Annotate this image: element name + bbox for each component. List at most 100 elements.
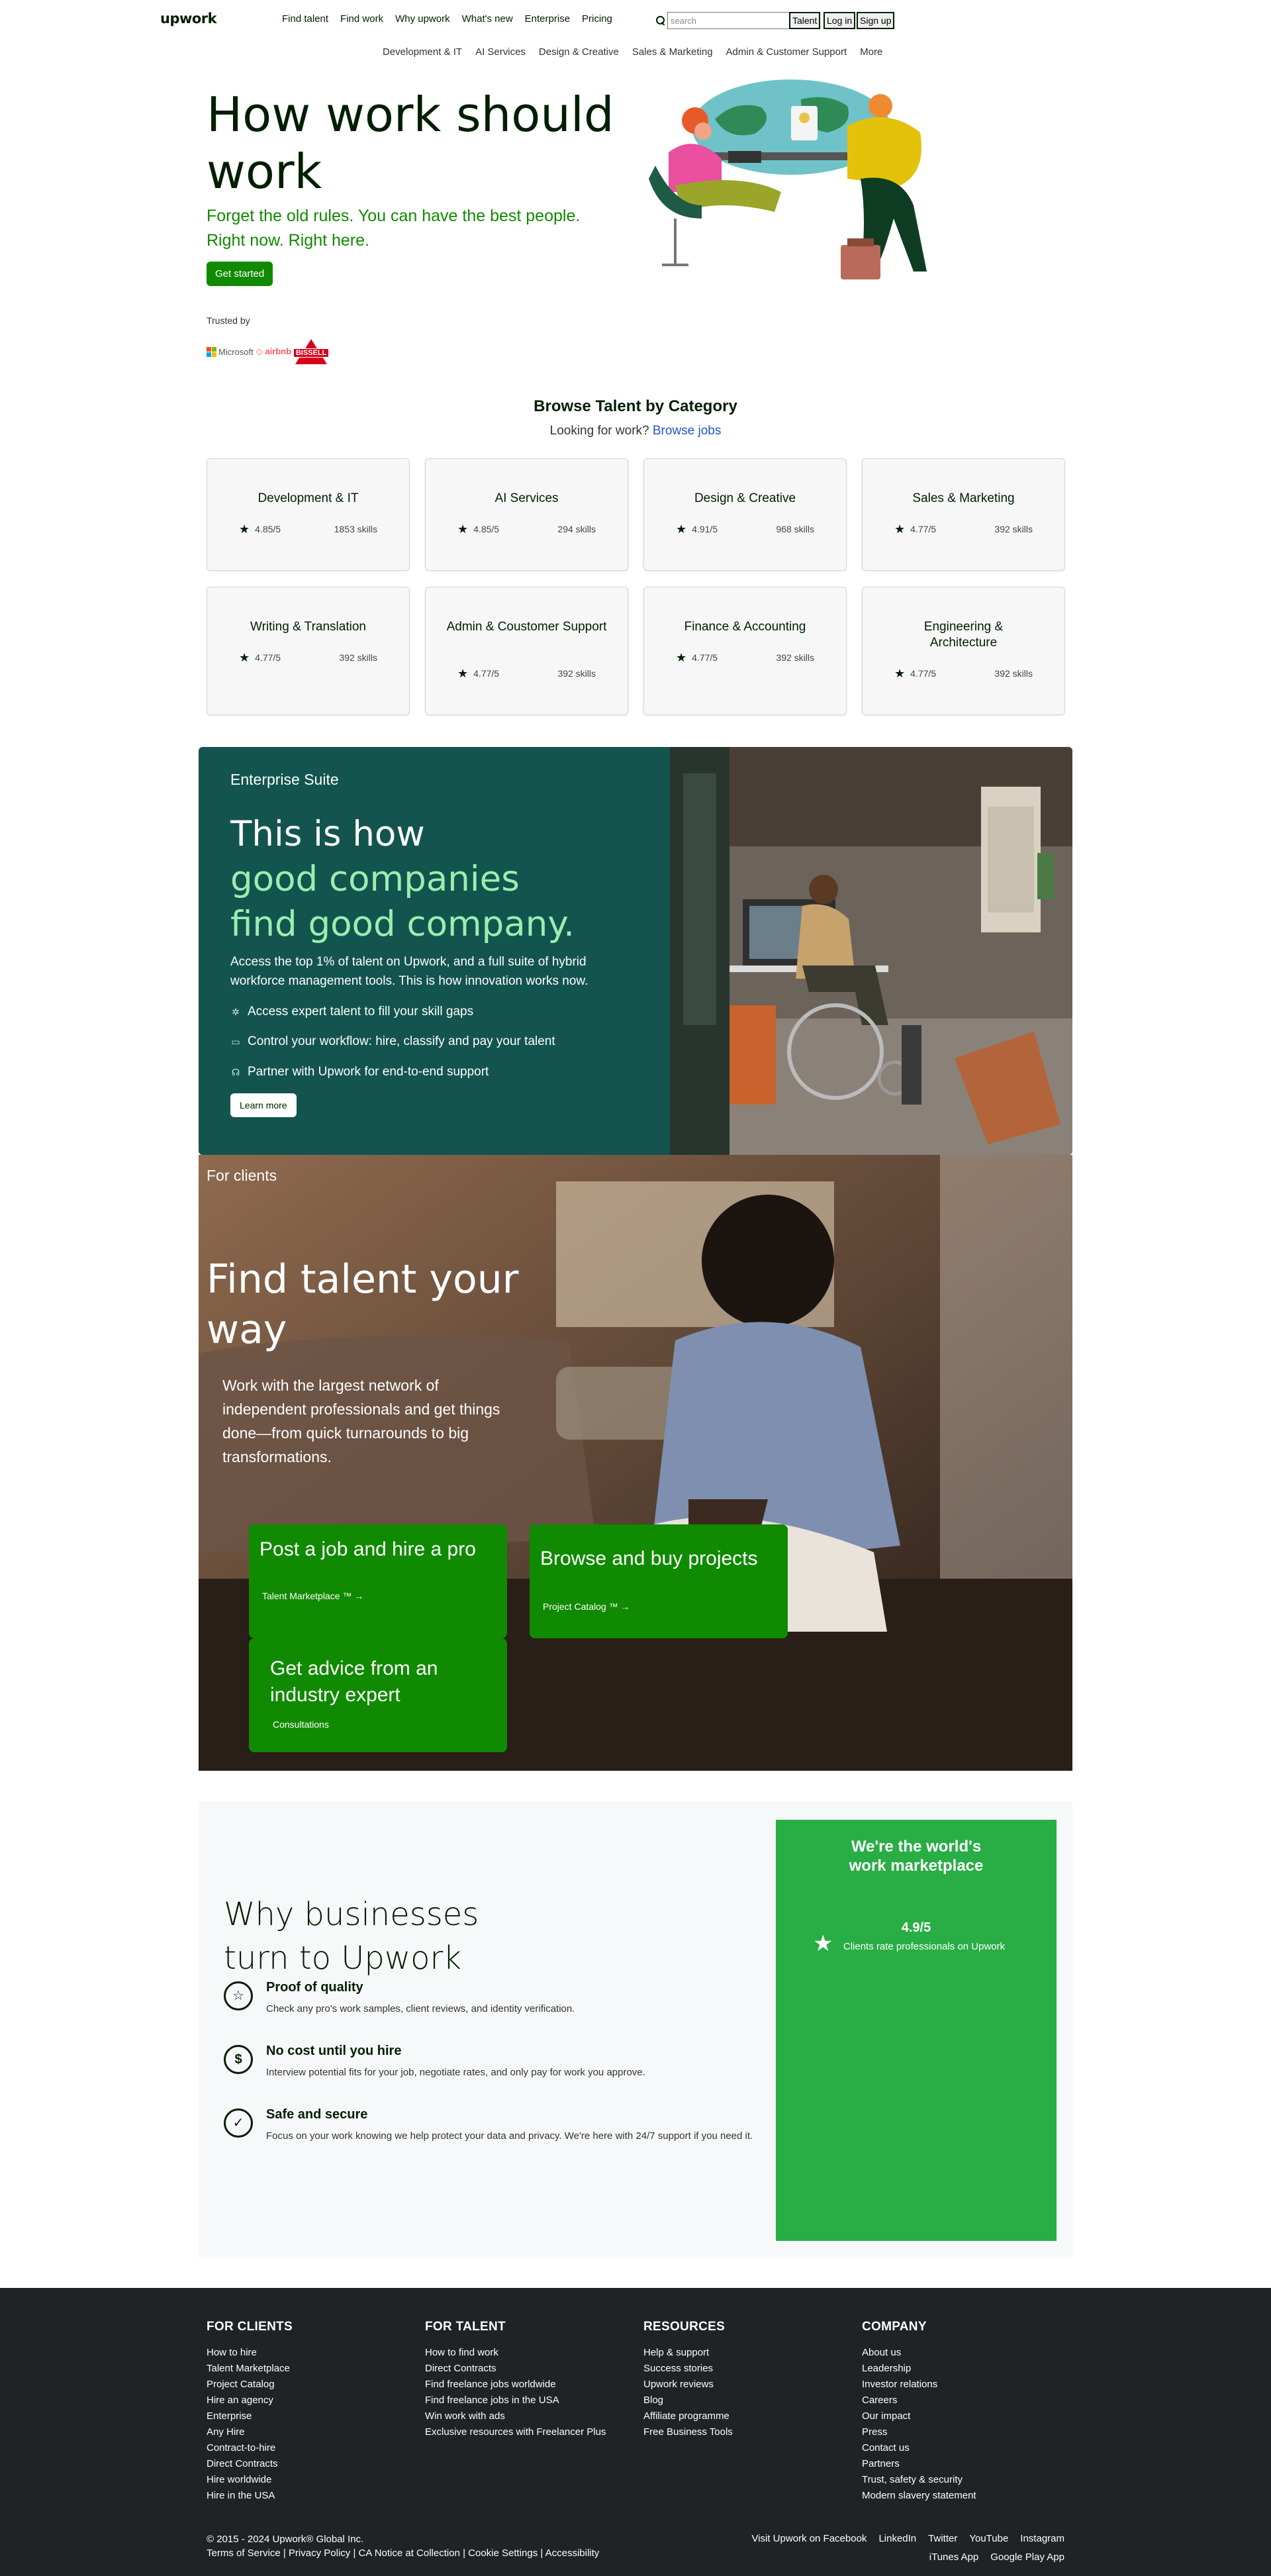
- nav-find-talent[interactable]: Find talent: [282, 13, 328, 25]
- enterprise-feature: ✲ Access expert talent to fill your skill…: [230, 1005, 473, 1019]
- nav-why-upwork[interactable]: Why upwork: [395, 13, 450, 25]
- footer-link[interactable]: Blog: [643, 2393, 733, 2408]
- google-play-link[interactable]: Google Play App: [990, 2551, 1064, 2563]
- youtube-link[interactable]: YouTube: [969, 2533, 1008, 2544]
- footer-link[interactable]: Leadership: [862, 2361, 976, 2377]
- catnav-more[interactable]: More: [860, 46, 882, 58]
- get-started-button[interactable]: Get started: [207, 262, 273, 286]
- category-rating: 4.77/5: [473, 668, 500, 679]
- footer-link[interactable]: Modern slavery statement: [862, 2488, 976, 2504]
- marketplace-rating-note: Clients rate professionals on Upwork: [843, 1941, 1006, 1952]
- footer-link[interactable]: How to hire: [207, 2345, 293, 2361]
- nav-enterprise[interactable]: Enterprise: [525, 13, 570, 25]
- browse-jobs-link[interactable]: Browse jobs: [653, 424, 722, 438]
- footer-link[interactable]: Contact us: [862, 2440, 976, 2456]
- category-card-admin-support[interactable]: Admin & Coustomer Support ★ 4.77/5 392 ski…: [425, 587, 628, 715]
- footer-link[interactable]: Direct Contracts: [425, 2361, 606, 2377]
- footer-link[interactable]: Any Hire: [207, 2424, 293, 2440]
- footer-link[interactable]: Talent Marketplace: [207, 2361, 293, 2377]
- upwork-logo[interactable]: upwork: [160, 11, 217, 26]
- post-job-card[interactable]: Post a job and hire a pro Talent Marketp…: [249, 1524, 507, 1638]
- looking-for-work-text: Looking for work?: [549, 424, 649, 438]
- footer-link[interactable]: Trust, safety & security: [862, 2472, 976, 2488]
- legal-links[interactable]: Terms of Service | Privacy Policy | CA N…: [207, 2548, 599, 2559]
- project-catalog-link[interactable]: Project Catalog ™ →: [543, 1601, 630, 1612]
- category-skills: 392 skills: [994, 524, 1033, 534]
- footer-link[interactable]: Enterprise: [207, 2408, 293, 2424]
- category-name: Development & IT: [258, 491, 359, 505]
- star-icon: ★: [676, 651, 687, 664]
- category-card-development-it[interactable]: Development & IT ★ 4.85/5 1853 skills: [207, 458, 410, 571]
- itunes-app-link[interactable]: iTunes App: [929, 2551, 979, 2563]
- twitter-link[interactable]: Twitter: [928, 2533, 957, 2544]
- linkedin-link[interactable]: LinkedIn: [878, 2533, 916, 2544]
- footer-link[interactable]: Help & support: [643, 2345, 733, 2361]
- consultations-link[interactable]: Consultations: [273, 1719, 329, 1730]
- catnav-sales-marketing[interactable]: Sales & Marketing: [632, 46, 713, 58]
- learn-more-button[interactable]: Learn more: [230, 1093, 297, 1117]
- catnav-admin-support[interactable]: Admin & Customer Support: [726, 46, 847, 58]
- catnav-design-creative[interactable]: Design & Creative: [539, 46, 619, 58]
- star-icon: ★: [239, 651, 250, 664]
- talent-marketplace-link[interactable]: Talent Marketplace ™ →: [262, 1591, 363, 1601]
- instagram-link[interactable]: Instagram: [1020, 2533, 1064, 2544]
- category-rating: 4.85/5: [473, 524, 500, 534]
- category-card-finance-accounting[interactable]: Finance & Accounting ★ 4.77/5 392 skills: [643, 587, 847, 715]
- footer-link[interactable]: Find freelance jobs worldwide: [425, 2377, 606, 2393]
- category-name: Engineering & Architecture: [923, 620, 1004, 650]
- footer-link[interactable]: Partners: [862, 2456, 976, 2472]
- enterprise-description: Access the top 1% of talent on Upwork, a…: [230, 955, 588, 988]
- footer-link[interactable]: About us: [862, 2345, 976, 2361]
- signup-button[interactable]: Sign up: [857, 12, 895, 29]
- catnav-ai-services[interactable]: AI Services: [475, 46, 526, 58]
- category-card-ai-services[interactable]: AI Services ★ 4.85/5 294 skills: [425, 458, 628, 571]
- category-nav: Development & IT AI Services Design & Cr…: [383, 46, 882, 58]
- footer-link[interactable]: Success stories: [643, 2361, 733, 2377]
- footer-link[interactable]: Press: [862, 2424, 976, 2440]
- enterprise-photo: [670, 747, 1072, 1155]
- login-button[interactable]: Log in: [824, 12, 856, 29]
- nav-pricing[interactable]: Pricing: [582, 13, 612, 25]
- search-box: [655, 12, 797, 29]
- why-item-desc: Check any pro's work samples, client rev…: [266, 2003, 575, 2014]
- why-businesses-section: Why businesses turn to Upwork ☆ Proof of…: [199, 1801, 1072, 2258]
- footer-link[interactable]: Project Catalog: [207, 2377, 293, 2393]
- search-input[interactable]: [667, 12, 797, 29]
- search-icon[interactable]: [655, 15, 666, 26]
- footer-link[interactable]: Careers: [862, 2393, 976, 2408]
- category-card-engineering-architecture[interactable]: Engineering & Architecture ★ 4.77/5 392 sk…: [862, 587, 1065, 715]
- browse-projects-card[interactable]: Browse and buy projects Project Catalog …: [530, 1524, 788, 1638]
- star-icon: ★: [676, 522, 687, 536]
- category-card-writing-translation[interactable]: Writing & Translation ★ 4.77/5 392 skills: [207, 587, 410, 715]
- footer-link[interactable]: Win work with ads: [425, 2408, 606, 2424]
- footer-link[interactable]: Our impact: [862, 2408, 976, 2424]
- enterprise-heading: This is how good companies find good com…: [230, 814, 575, 944]
- category-skills: 392 skills: [557, 668, 596, 679]
- category-skills: 968 skills: [776, 524, 814, 534]
- nav-whats-new[interactable]: What's new: [462, 13, 513, 25]
- footer-link[interactable]: How to find work: [425, 2345, 606, 2361]
- footer-link[interactable]: Hire worldwide: [207, 2472, 293, 2488]
- category-rating: 4.85/5: [255, 524, 281, 534]
- advice-expert-card[interactable]: Get advice from an industry expert Consu…: [249, 1638, 507, 1752]
- copyright: © 2015 - 2024 Upwork® Global Inc.: [207, 2534, 364, 2545]
- nav-find-work[interactable]: Find work: [340, 13, 383, 25]
- category-card-sales-marketing[interactable]: Sales & Marketing ★ 4.77/5 392 skills: [862, 458, 1065, 571]
- footer-link[interactable]: Hire in the USA: [207, 2488, 293, 2504]
- footer-link[interactable]: Investor relations: [862, 2377, 976, 2393]
- for-clients-label: For clients: [207, 1167, 277, 1184]
- talent-dropdown-button[interactable]: Talent: [789, 12, 821, 29]
- catnav-development-it[interactable]: Development & IT: [383, 46, 462, 58]
- footer-link[interactable]: Contract-to-hire: [207, 2440, 293, 2456]
- footer-link[interactable]: Free Business Tools: [643, 2424, 733, 2440]
- category-card-design-creative[interactable]: Design & Creative ★ 4.91/5 968 skills: [643, 458, 847, 571]
- footer-link[interactable]: Affiliate programme: [643, 2408, 733, 2424]
- workflow-icon: ▭: [231, 1036, 240, 1047]
- footer-link[interactable]: Find freelance jobs in the USA: [425, 2393, 606, 2408]
- facebook-link[interactable]: Visit Upwork on Facebook: [751, 2533, 867, 2544]
- category-name: Finance & Accounting: [684, 620, 806, 634]
- footer-link[interactable]: Exclusive resources with Freelancer Plus: [425, 2424, 606, 2440]
- footer-link[interactable]: Upwork reviews: [643, 2377, 733, 2393]
- footer-link[interactable]: Hire an agency: [207, 2393, 293, 2408]
- footer-link[interactable]: Direct Contracts: [207, 2456, 293, 2472]
